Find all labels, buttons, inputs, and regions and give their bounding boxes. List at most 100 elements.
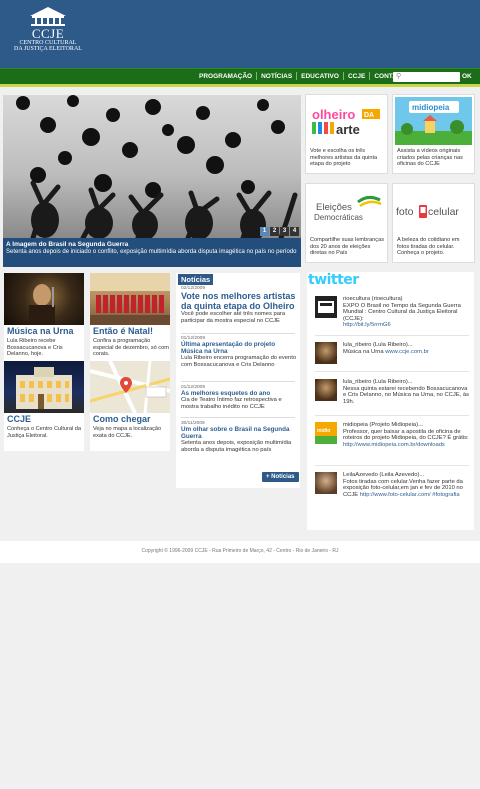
nav-noticias[interactable]: NOTÍCIAS: [257, 73, 296, 80]
news-text: Setenta anos depois, exposição multimídi…: [181, 440, 292, 453]
svg-text:midio: midio: [317, 428, 330, 434]
tweet-divider: [315, 335, 469, 336]
news-panel: Notícias 02/12/2009 Vote nos melhores ar…: [176, 273, 300, 488]
search-input[interactable]: [403, 73, 458, 81]
eleicoes-democraticas-logo: Eleições Democráticas: [308, 186, 385, 234]
search-ok-button[interactable]: OK: [462, 73, 472, 80]
news-divider: [181, 381, 295, 382]
nav-programacao[interactable]: PROGRAMAÇÃO: [195, 73, 256, 80]
tweet-text: Nessa quinta estarei recebendo Bossacuca…: [343, 385, 469, 405]
ccje-logo[interactable]: CCJE CENTRO CULTURAL DA JUSTIÇA ELEITORA…: [8, 6, 88, 62]
tweet-link[interactable]: www.ccje.com.br: [385, 349, 429, 355]
tile-ccje[interactable]: CCJE Conheça o Centro Cultural da Justiç…: [4, 361, 84, 451]
slide-page-4[interactable]: 4: [290, 227, 299, 236]
musica-na-urna-photo[interactable]: [4, 273, 84, 325]
feature-midiopeia[interactable]: midiopeia Assista a vídeos originais cri…: [392, 94, 475, 174]
search-icon: ⚲: [396, 73, 402, 80]
tweet-body: LeilaAzevedo (Leila Azevedo)... Fotos ti…: [343, 472, 471, 498]
svg-text:olheiro: olheiro: [312, 107, 355, 122]
tweet-divider: [315, 371, 469, 372]
slide-page-2[interactable]: 2: [270, 227, 279, 236]
hero-photo-basketballs: [16, 95, 298, 238]
court-building-icon: [30, 7, 66, 26]
news-divider: [181, 333, 295, 334]
tweet-body: rioecultura (rioecultura) EXPO O Brasil …: [343, 296, 471, 329]
main-navigation-bar: PROGRAMAÇÃO NOTÍCIAS EDUCATIVO CCJE CONT…: [0, 68, 480, 84]
avatar[interactable]: [315, 379, 337, 401]
hero-title[interactable]: A Imagem do Brasil na Segunda Guerra: [6, 241, 298, 248]
news-text: Você pode escolher até três nomes para p…: [181, 311, 286, 324]
entao-e-natal-photo[interactable]: [90, 273, 170, 325]
news-title[interactable]: Última apresentação do projeto Música na…: [181, 341, 298, 355]
tile-entao-e-natal[interactable]: Então é Natal! Confira a programação esp…: [90, 273, 170, 363]
tile-como-chegar[interactable]: Como chegar Veja no mapa a localização e…: [89, 360, 171, 451]
news-title[interactable]: As melhores esquetes do ano: [181, 390, 298, 397]
feature-text: A beleza do cotidiano em fotos tiradas d…: [397, 237, 460, 256]
avatar[interactable]: [315, 296, 337, 318]
tweet-link[interactable]: http://bit.ly/5rrmG6: [343, 322, 391, 328]
hero-caption[interactable]: A Imagem do Brasil na Segunda Guerra Set…: [3, 238, 301, 267]
olheiro-da-arte-logo: olheiro DA arte: [308, 97, 385, 145]
logo-title: CCJE: [31, 26, 65, 41]
tile-title[interactable]: CCJE: [7, 414, 31, 424]
tile-title[interactable]: Música na Urna: [7, 326, 74, 336]
feature-text: Compartilhe suas lembranças dos 20 anos …: [310, 237, 384, 256]
tile-text: Lula Ribeiro recebe Bossacucanova e Cris…: [7, 338, 63, 357]
slide-page-1[interactable]: 1: [260, 227, 269, 236]
tweet-body: lula_ribeiro (Lula Ribeiro)... Nessa qui…: [343, 379, 471, 405]
news-item[interactable]: 30/11/2009 Um olhar sobre o Brasil na Se…: [181, 421, 298, 453]
svg-text:DA: DA: [364, 112, 374, 119]
tweet-user[interactable]: rioecultura (rioecultura): [343, 296, 471, 303]
news-divider: [181, 417, 295, 418]
tweet-link[interactable]: http://www.midiopeia.com.br/downloads: [343, 442, 445, 448]
tweet-user[interactable]: LeilaAzevedo (Leila Azevedo)...: [343, 472, 471, 479]
svg-text:Eleições: Eleições: [316, 202, 352, 213]
feature-eleicoes-democraticas[interactable]: Eleições Democráticas Compartilhe suas l…: [305, 183, 388, 263]
nav-ccje[interactable]: CCJE: [344, 73, 369, 80]
avatar[interactable]: [315, 342, 337, 364]
svg-text:foto: foto: [396, 206, 414, 218]
tweet-user[interactable]: midiopeia (Projeto Midiopeia)...: [343, 422, 471, 429]
avatar[interactable]: midio: [315, 422, 337, 444]
tweet-link[interactable]: http://www.foto-celular.com/ #fotografia: [360, 492, 460, 498]
map-thumbnail[interactable]: [89, 360, 171, 414]
feature-text: Assista a vídeos originais criados pelas…: [397, 148, 463, 167]
tile-text: Confira a programação especial de dezemb…: [93, 338, 169, 357]
midiopeia-logo: midiopeia: [395, 97, 472, 145]
tile-title[interactable]: Então é Natal!: [93, 326, 153, 336]
news-title[interactable]: Vote nos melhores artistas da quinta eta…: [181, 291, 298, 311]
more-news-button[interactable]: + Notícias: [262, 472, 299, 482]
search-box: ⚲: [393, 72, 460, 82]
tweet-user[interactable]: lula_ribeiro (Lula Ribeiro)...: [343, 342, 471, 349]
nav-educativo[interactable]: EDUCATIVO: [297, 73, 343, 80]
tweet-text: Professor, quer baixar a apostila de ofi…: [343, 428, 469, 442]
feature-olheiro-da-arte[interactable]: olheiro DA arte Vote e escolha os três m…: [305, 94, 388, 174]
hero-description: Setenta anos depois de iniciado o confli…: [6, 249, 297, 255]
hero-image[interactable]: 1 2 3 4: [3, 95, 301, 238]
tile-musica-na-urna[interactable]: Música na Urna Lula Ribeiro recebe Bossa…: [4, 273, 84, 363]
footer-copyright: Copyright © 1996-2009 CCJE - Rua Primeir…: [141, 548, 339, 554]
tile-text: Veja no mapa a localização exata do CCJE…: [93, 426, 162, 439]
tweet-divider: [315, 465, 469, 466]
tweet-divider: [315, 415, 469, 416]
news-item[interactable]: 01/12/2009 As melhores esquetes do ano C…: [181, 385, 298, 410]
twitter-logo[interactable]: twitter: [308, 272, 359, 288]
news-item[interactable]: 01/12/2009 Última apresentação do projet…: [181, 336, 298, 368]
tile-text: Conheça o Centro Cultural da Justiça Ele…: [7, 426, 82, 439]
news-header[interactable]: Notícias: [178, 274, 214, 285]
tweet-user[interactable]: lula_ribeiro (Lula Ribeiro)...: [343, 379, 471, 386]
tile-title[interactable]: Como chegar: [93, 414, 151, 424]
svg-text:Democráticas: Democráticas: [314, 213, 363, 222]
tweet-body: lula_ribeiro (Lula Ribeiro)... Música na…: [343, 342, 471, 355]
slide-page-3[interactable]: 3: [280, 227, 289, 236]
ccje-building-photo[interactable]: [4, 361, 84, 413]
slideshow-pager: 1 2 3 4: [259, 227, 299, 236]
news-item[interactable]: 02/12/2009 Vote nos melhores artistas da…: [181, 286, 298, 324]
feature-text: Vote e escolha os três melhores artistas…: [310, 148, 378, 167]
footer: Copyright © 1996-2009 CCJE - Rua Primeir…: [0, 541, 480, 563]
logo-subtitle-2: DA JUSTIÇA ELEITORAL: [14, 46, 82, 52]
news-title[interactable]: Um olhar sobre o Brasil na Segunda Guerr…: [181, 426, 298, 440]
hero-slideshow[interactable]: 1 2 3 4 A Imagem do Brasil na Segunda Gu…: [3, 95, 301, 267]
avatar[interactable]: [315, 472, 337, 494]
feature-foto-celular[interactable]: foto celular A beleza do cotidiano em fo…: [392, 183, 475, 263]
